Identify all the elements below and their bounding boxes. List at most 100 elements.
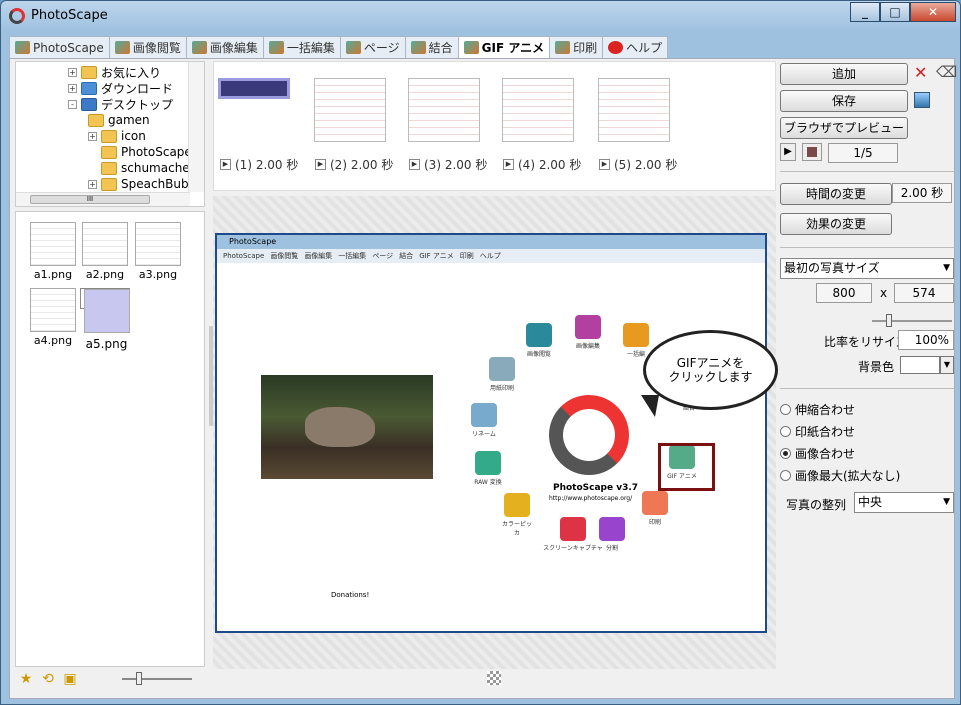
tree-vertical-scrollbar[interactable] [188,62,204,192]
radio-stretch[interactable]: 伸縮合わせ [780,401,855,418]
app-window: PhotoScape _ □ ✕ PhotoScape 画像閲覧 画像編集 一括… [0,0,961,705]
thumbnail-image [82,222,128,266]
file-thumbnail[interactable]: a1.png [28,222,78,281]
file-thumbnails: a1.png a2.png a3.png a4.png a5.png [15,211,205,667]
tab-photoscape[interactable]: PhotoScape [9,36,110,58]
tree-item[interactable]: gamen [88,112,150,128]
frame-label[interactable]: ▶ (2) 2.00 秒 [315,156,393,173]
change-time-button[interactable]: 時間の変更 [780,183,892,205]
slider-knob[interactable] [886,314,892,327]
ratio-field[interactable]: 100% [898,330,954,350]
right-panel: 追加 ✕ ⌫ 保存 ブラウザでプレビュー ▶ 1/5 時間の変更 2.00 秒 … [780,61,957,661]
time-value[interactable]: 2.00 秒 [892,183,952,203]
editor-icon [191,41,207,54]
inner-colorpicker-icon: カラーピッカ [500,493,534,537]
deer-photo [261,375,433,479]
photoscape-tab-icon [15,41,30,54]
radio-image-max[interactable]: 画像最大(拡大なし) [780,467,900,484]
play-icon: ▶ [599,159,610,170]
tab-print[interactable]: 印刷 [549,36,604,58]
scroll-thumb[interactable]: III [30,195,150,204]
dimension-separator: x [880,286,888,300]
refresh-icon[interactable]: ⟲ [40,671,56,687]
expand-icon[interactable]: + [68,67,77,77]
frame-counter: 1/5 [828,143,898,163]
gif-icon [463,41,479,54]
play-icon: ▶ [503,159,514,170]
align-select[interactable]: 中央 ▼ [854,492,954,513]
file-thumbnail[interactable]: a2.png [80,222,130,281]
print-icon [555,41,571,54]
tree-item[interactable]: + icon [88,128,146,144]
star-icon[interactable]: ★ [18,671,34,687]
change-effect-button[interactable]: 効果の変更 [780,213,892,235]
stop-icon [807,147,817,157]
gif-highlight-box [658,443,715,491]
divider [780,388,956,389]
expand-icon[interactable]: + [88,179,97,189]
folder-icon [81,65,97,79]
frame-label[interactable]: ▶ (1) 2.00 秒 [220,156,298,173]
tree-item[interactable]: + ダウンロード [68,80,173,96]
frame-thumbnail[interactable] [598,78,670,142]
tab-gif-animation[interactable]: GIF アニメ [457,36,551,58]
tree-horizontal-scrollbar[interactable]: III [16,192,190,206]
width-field[interactable]: 800 [816,283,872,303]
browser-preview-button[interactable]: ブラウザでプレビュー [780,117,908,139]
frame-thumbnail[interactable] [502,78,574,142]
tree-item[interactable]: - デスクトップ [68,96,173,112]
tab-batch[interactable]: 一括編集 [262,36,341,58]
size-select[interactable]: 最初の写真サイズ ▼ [780,258,954,279]
height-field[interactable]: 574 [894,283,954,303]
frame-label[interactable]: ▶ (3) 2.00 秒 [409,156,487,173]
tree-item[interactable]: PhotoScape [101,144,192,160]
add-button[interactable]: 追加 [780,63,908,85]
thumbnail-size-slider[interactable] [122,672,192,685]
expand-icon[interactable]: + [88,131,97,141]
frame-thumbnail[interactable] [218,78,290,99]
chevron-down-icon[interactable]: ▼ [940,356,954,374]
trash-icon[interactable]: ⌫ [936,63,957,81]
bubble-pointer [641,395,659,417]
maximize-button[interactable]: □ [880,2,910,22]
slider-knob[interactable] [136,672,142,685]
bg-color-swatch[interactable] [900,356,940,374]
file-thumbnail-selected[interactable]: a5.png [80,288,130,351]
stop-button[interactable] [802,143,822,161]
collapse-icon[interactable]: - [68,99,77,109]
folder-tree: + お気に入り + ダウンロード - デスクトップ gamen + icon Photo… [15,61,205,207]
tab-editor[interactable]: 画像編集 [185,36,264,58]
window-icon[interactable] [914,92,930,108]
inner-viewer-icon: 画像閲覧 [522,323,556,358]
tree-item[interactable]: schumacher [101,160,195,176]
minimize-button[interactable]: _ [850,2,880,22]
tab-page[interactable]: ページ [339,36,406,58]
help-icon [608,41,624,54]
frame-label[interactable]: ▶ (4) 2.00 秒 [503,156,581,173]
tab-combine[interactable]: 結合 [404,36,459,58]
frame-thumbnail[interactable] [314,78,386,142]
resize-slider[interactable] [872,314,952,327]
save-button[interactable]: 保存 [780,90,908,112]
close-button[interactable]: ✕ [910,2,956,22]
file-thumbnail[interactable]: a3.png [133,222,183,281]
play-button[interactable]: ▶ [780,143,796,161]
chevron-down-icon: ▼ [943,263,950,273]
viewer-icon [114,41,130,54]
inner-rename-icon: リネーム [467,403,501,438]
radio-paper-fit[interactable]: 印紙合わせ [780,423,855,440]
tree-item[interactable]: + SpeachBubb [88,176,196,192]
file-thumbnail[interactable]: a4.png [28,288,78,347]
tree-item[interactable]: + お気に入り [68,64,161,80]
frame-thumbnail[interactable] [408,78,480,142]
tab-help[interactable]: ヘルプ [602,36,669,58]
delete-icon[interactable]: ✕ [914,63,927,82]
frame-label[interactable]: ▶ (5) 2.00 秒 [599,156,677,173]
tab-viewer[interactable]: 画像閲覧 [108,36,187,58]
radio-image-fit[interactable]: 画像合わせ [780,445,855,462]
expand-icon[interactable]: + [68,83,77,93]
thumbnail-image [30,222,76,266]
folder-open-icon[interactable]: ▣ [62,671,78,687]
combine-icon [410,41,426,54]
preview-frame: PhotoScape PhotoScape 画像閲覧 画像編集 一括編集 ページ 結合 GI… [215,233,778,633]
